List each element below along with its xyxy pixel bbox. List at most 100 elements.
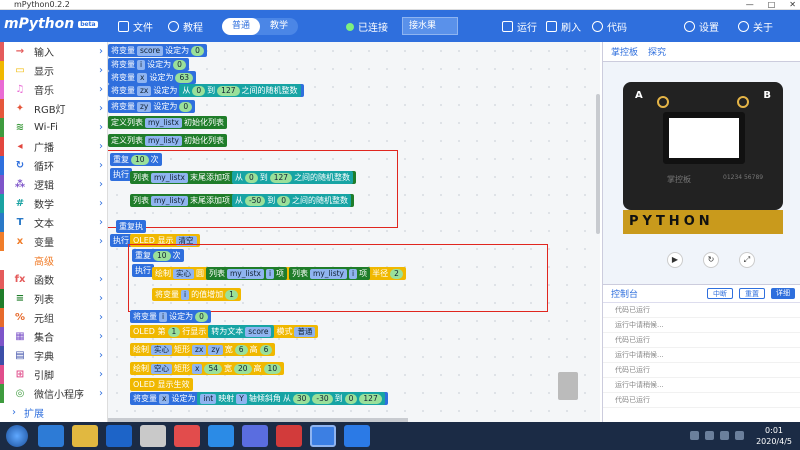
workspace-vscroll[interactable] — [596, 94, 600, 234]
var-dropdown[interactable]: x — [159, 393, 170, 404]
value-input[interactable]: 1 — [225, 289, 238, 300]
tab-board[interactable]: 掌控板 — [611, 45, 638, 58]
tray-icon[interactable] — [720, 431, 729, 440]
set-zy-block[interactable]: 将变量 zy 设定为 0 — [108, 100, 196, 113]
category-item[interactable]: ▤ 字典 › — [0, 346, 107, 365]
app-icon[interactable] — [208, 425, 234, 447]
category-item[interactable]: ▭ 显示 › — [0, 61, 107, 80]
tray-icon[interactable] — [705, 431, 714, 440]
value-input[interactable]: 6 — [234, 344, 248, 355]
category-item[interactable]: ≋ Wi-Fi › — [0, 118, 107, 137]
category-item[interactable]: ◎ 微信小程序 › — [0, 384, 107, 403]
repeat-forever-block[interactable]: 重复执 — [116, 220, 146, 233]
app-icon[interactable] — [140, 425, 166, 447]
type-dropdown[interactable]: int — [200, 393, 217, 404]
var-dropdown[interactable]: zx — [137, 85, 152, 96]
set-score-block[interactable]: 将变量 score 设定为 0 — [108, 44, 207, 57]
flash-button[interactable]: 刷入 — [546, 19, 581, 34]
value-input[interactable]: 0 — [244, 172, 258, 183]
x-dropdown[interactable]: x — [192, 363, 203, 374]
value-input[interactable]: 1 — [167, 326, 181, 337]
repeat-10-block[interactable]: 重复 10 次 — [110, 153, 162, 166]
value-input[interactable]: -30 — [312, 393, 333, 404]
value-input[interactable]: 0 — [179, 101, 193, 112]
about-button[interactable]: 关于 — [738, 19, 773, 34]
value-input[interactable]: 2 — [390, 268, 403, 279]
refresh-icon[interactable]: ↻ — [703, 252, 719, 268]
tab-explore[interactable]: 探究 — [648, 45, 666, 58]
draw-circle-block[interactable]: 绘制 实心 圆 列表 my_listx i 项 列表 my_listy i 项 … — [152, 267, 406, 280]
value-input[interactable]: 6 — [259, 344, 273, 355]
map-block[interactable]: int 映射 Y 轴倾斜角 从 30 -30 到 0 127 — [197, 392, 385, 405]
close-button[interactable]: ✕ — [789, 0, 796, 10]
list-dropdown[interactable]: my_listy — [145, 135, 182, 146]
var-dropdown[interactable]: score — [137, 45, 164, 56]
category-item[interactable]: → 输入 › — [0, 42, 107, 61]
mode-dropdown[interactable]: 普通 — [294, 326, 316, 337]
oled-row-show-block[interactable]: OLED 第 1 行显示 转为文本 score 模式 普通 — [130, 325, 319, 338]
category-item[interactable]: T 文本 › — [0, 213, 107, 232]
var-dropdown[interactable]: i — [137, 59, 146, 70]
category-item[interactable]: % 元组 › — [0, 308, 107, 327]
to-text-block[interactable]: 转为文本 score — [208, 325, 275, 338]
set-x-map-block[interactable]: 将变量 x 设定为 int 映射 Y 轴倾斜角 从 30 -30 到 0 127 — [130, 392, 388, 405]
var-dropdown[interactable]: zy — [137, 101, 152, 112]
category-item[interactable]: ◂ 广播 › — [0, 137, 107, 156]
minimize-button[interactable]: — — [746, 0, 754, 10]
value-input[interactable]: 0 — [191, 45, 204, 56]
value-input[interactable]: 0 — [344, 393, 358, 404]
fill-dropdown[interactable]: 空心 — [151, 363, 172, 374]
value-input[interactable]: 10 — [263, 363, 282, 374]
explorer-icon[interactable] — [72, 425, 98, 447]
category-item[interactable]: # 数学 › — [0, 194, 107, 213]
var-dropdown[interactable]: x — [137, 72, 148, 83]
file-menu[interactable]: 文件 — [118, 19, 153, 34]
var-dropdown[interactable]: i — [159, 311, 168, 322]
category-item[interactable]: › 扩展 — [0, 403, 107, 422]
define-listy-block[interactable]: 定义列表 my_listy 初始化列表 — [108, 134, 227, 147]
random-int-block[interactable]: 从 0 到 127 之间的随机整数 — [179, 84, 301, 97]
x-dropdown[interactable]: zx — [192, 344, 207, 355]
app-icon[interactable] — [344, 425, 370, 447]
define-listx-block[interactable]: 定义列表 my_listx 初始化列表 — [108, 116, 227, 129]
board-button-a[interactable]: A — [635, 90, 643, 101]
run-button[interactable]: 运行 — [502, 19, 537, 34]
value-input[interactable]: 20 — [234, 363, 252, 374]
category-item[interactable]: ▦ 集合 › — [0, 327, 107, 346]
category-item[interactable]: ↻ 循环 › — [0, 156, 107, 175]
value-input[interactable]: 30 — [292, 393, 311, 404]
mpython-task-icon[interactable] — [310, 425, 336, 447]
draw-rect-1-block[interactable]: 绘制 实心 矩形 zx zy 宽 6 高 6 — [130, 343, 276, 356]
category-item[interactable]: ≡ 列表 › — [0, 289, 107, 308]
random-int-block[interactable]: 从 0 到 127 之间的随机整数 — [231, 171, 354, 184]
index-dropdown[interactable]: i — [265, 268, 275, 279]
draw-rect-2-block[interactable]: 绘制 空心 矩形 x 54 宽 20 高 10 — [130, 362, 285, 375]
fill-dropdown[interactable]: 实心 — [173, 268, 194, 279]
mode-teach-button[interactable]: 教学 — [260, 18, 298, 35]
interrupt-button[interactable]: 中断 — [707, 288, 733, 299]
category-item[interactable]: x 变量 › — [0, 232, 107, 251]
fill-dropdown[interactable]: 实心 — [151, 344, 172, 355]
trash-icon[interactable] — [558, 372, 578, 400]
wps-icon[interactable] — [276, 425, 302, 447]
y-dropdown[interactable]: zy — [208, 344, 223, 355]
list-dropdown[interactable]: my_listy — [310, 268, 347, 279]
category-item[interactable]: ✦ RGB灯 › — [0, 99, 107, 118]
category-item[interactable]: ♫ 音乐 › — [0, 80, 107, 99]
append-listy-block[interactable]: 列表 my_listy 末尾添加项 从 -50 到 0 之间的随机整数 — [130, 194, 354, 207]
list-dropdown[interactable]: my_listx — [227, 268, 264, 279]
set-x-block[interactable]: 将变量 x 设定为 63 — [108, 71, 196, 84]
value-input[interactable]: 127 — [217, 85, 240, 96]
reset-button[interactable]: 重置 — [739, 288, 765, 299]
set-zx-block[interactable]: 将变量 zx 设定为 从 0 到 127 之间的随机整数 — [108, 84, 304, 97]
mode-normal-button[interactable]: 普通 — [222, 18, 261, 35]
oled-effect-block[interactable]: OLED 显示生效 — [130, 378, 193, 391]
list-dropdown[interactable]: my_listx — [145, 117, 182, 128]
settings-button[interactable]: 设置 — [684, 19, 719, 34]
tutorial-menu[interactable]: 教程 — [168, 19, 203, 34]
list-dropdown[interactable]: my_listy — [151, 195, 188, 206]
set-i-block[interactable]: 将变量 i 设定为 0 — [108, 58, 189, 71]
value-input[interactable]: 63 — [175, 72, 193, 83]
category-item[interactable]: fx 函数 › — [0, 270, 107, 289]
app-icon[interactable] — [106, 425, 132, 447]
